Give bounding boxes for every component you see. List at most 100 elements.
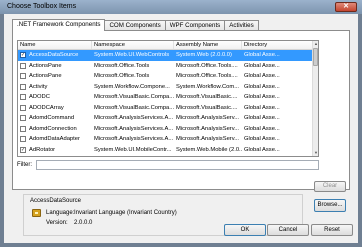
cancel-button[interactable]: Cancel xyxy=(267,224,309,236)
table-row[interactable]: ✓AdRotatorSystem.Web.UI.WebControlsSyste… xyxy=(18,155,314,156)
column-header-assembly-name[interactable]: Assembly Name xyxy=(174,41,242,49)
dialog-title: Choose Toolbox Items xyxy=(7,3,77,10)
row-namespace: Microsoft.AnalysisServices.A... xyxy=(94,136,174,143)
row-directory: Global Asse... xyxy=(244,83,280,90)
row-namespace: Microsoft.VisualBasic.Compa... xyxy=(94,94,174,101)
row-name-cell: ADODC xyxy=(18,94,92,101)
row-directory: Global Asse... xyxy=(244,136,280,143)
row-checkbox[interactable] xyxy=(20,136,26,143)
table-row[interactable]: Activity System.Workflow.Compone... System… xyxy=(18,82,314,93)
row-checkbox[interactable]: ✓ xyxy=(20,146,26,153)
table-row[interactable]: AdomdCommand Microsoft.AnalysisServices.A… xyxy=(18,113,314,124)
dialog-client: .NET Framework Components COM Components… xyxy=(4,14,358,243)
table-row[interactable]: ADODC Microsoft.VisualBasic.Compa... Micro… xyxy=(18,92,314,103)
row-namespace: System.Workflow.Compone... xyxy=(94,83,170,90)
row-directory: Global Asse... xyxy=(244,52,280,59)
details-component-name: AccessDataSource xyxy=(30,198,82,204)
row-name: ActionsPane xyxy=(29,62,62,69)
scroll-up-icon[interactable]: ▲ xyxy=(313,41,318,47)
table-row[interactable]: ADODCArray Microsoft.VisualBasic.Compa...… xyxy=(18,103,314,114)
list-rows: ✓ AccessDataSource System.Web.UI.WebContro… xyxy=(18,50,314,156)
row-name-cell: ActionsPane xyxy=(18,73,92,80)
filter-label: Filter: xyxy=(17,162,32,168)
language-value: Invariant Language (Invariant Country) xyxy=(74,210,177,216)
row-checkbox[interactable] xyxy=(20,125,26,132)
table-row[interactable]: AdomdConnection Microsoft.AnalysisService… xyxy=(18,124,314,135)
row-assembly-name: Microsoft.Office.Tools.... xyxy=(176,73,238,80)
row-name-cell: AdomdCommand xyxy=(18,115,92,122)
ok-button[interactable]: OK xyxy=(224,224,266,236)
row-directory: Global Asse... xyxy=(244,104,280,111)
row-checkbox[interactable] xyxy=(20,94,26,101)
assembly-icon xyxy=(32,209,41,217)
row-assembly-name: System.Workflow.Com... xyxy=(176,83,240,90)
title-bar[interactable]: Choose Toolbox Items ✕ xyxy=(0,0,362,14)
row-name: AdomdDataAdapter xyxy=(29,136,80,143)
row-directory: Global Asse... xyxy=(244,125,280,132)
row-name: AdRotator xyxy=(29,146,56,153)
row-checkbox[interactable]: ✓ xyxy=(20,52,26,59)
version-value: 2.0.0.0 xyxy=(74,220,93,226)
row-checkbox[interactable] xyxy=(20,115,26,122)
tab-panel: Name Namespace Assembly Name Directory ✓… xyxy=(12,30,350,236)
row-namespace: System.Web.UI.WebControls xyxy=(94,52,170,59)
components-list[interactable]: Name Namespace Assembly Name Directory ✓… xyxy=(17,40,319,157)
row-assembly-name: Microsoft.Office.Tools.... xyxy=(176,62,238,69)
table-row[interactable]: ActionsPane Microsoft.Office.Tools Microso… xyxy=(18,71,314,82)
table-row[interactable]: ✓ AdRotator System.Web.UI.MobileContr... Sy… xyxy=(18,145,314,156)
row-namespace: Microsoft.VisualBasic.Compa... xyxy=(94,104,174,111)
row-namespace: Microsoft.Office.Tools xyxy=(94,73,150,80)
row-name-cell: AdomdDataAdapter xyxy=(18,136,92,143)
column-header-name[interactable]: Name xyxy=(18,41,92,49)
table-row[interactable]: AdomdDataAdapter Microsoft.AnalysisServic… xyxy=(18,134,314,145)
close-icon[interactable]: ✕ xyxy=(335,2,357,12)
row-directory: Global Asse... xyxy=(244,115,280,122)
row-assembly-name: Microsoft.AnalysisServ... xyxy=(176,115,240,122)
row-checkbox[interactable] xyxy=(20,104,26,111)
browse-button[interactable]: Browse... xyxy=(314,199,346,212)
row-assembly-name: Microsoft.VisualBasic.... xyxy=(176,94,238,101)
row-namespace: Microsoft.AnalysisServices.A... xyxy=(94,115,174,122)
row-assembly-name: System.Web (2.0.0.0) xyxy=(176,52,232,59)
row-namespace: Microsoft.Office.Tools xyxy=(94,62,150,69)
row-checkbox[interactable] xyxy=(20,73,26,80)
reset-button[interactable]: Reset xyxy=(311,224,353,236)
row-assembly-name: System.Web.Mobile (2.0... xyxy=(176,146,242,153)
row-namespace: System.Web.UI.MobileContr... xyxy=(94,146,172,153)
row-name: ActionsPane xyxy=(29,73,62,80)
list-header: Name Namespace Assembly Name Directory xyxy=(18,41,314,50)
clear-button[interactable]: Clear xyxy=(314,181,346,192)
table-row[interactable]: ActionsPane Microsoft.Office.Tools Microso… xyxy=(18,61,314,72)
column-header-directory[interactable]: Directory xyxy=(242,41,314,49)
row-directory: Global Asse... xyxy=(244,62,280,69)
row-name: ADODC xyxy=(29,94,50,101)
scroll-thumb[interactable] xyxy=(313,48,318,66)
row-directory: Global Asse... xyxy=(244,94,280,101)
language-label: Language: xyxy=(46,210,75,216)
row-name: ADODCArray xyxy=(29,104,64,111)
row-name: AdomdCommand xyxy=(29,115,75,122)
scroll-down-icon[interactable]: ▼ xyxy=(313,150,318,156)
version-label: Version: xyxy=(46,220,68,226)
row-checkbox[interactable] xyxy=(20,62,26,69)
dialog-window: Choose Toolbox Items ✕ .NET Framework Co… xyxy=(0,0,362,247)
row-directory: Global Asse... xyxy=(244,73,280,80)
row-name-cell: Activity xyxy=(18,83,92,90)
row-name-cell: ADODCArray xyxy=(18,104,92,111)
vertical-scrollbar[interactable]: ▲ ▼ xyxy=(312,41,318,156)
row-checkbox[interactable] xyxy=(20,83,26,90)
filter-input[interactable] xyxy=(36,160,319,170)
row-assembly-name: Microsoft.AnalysisServ... xyxy=(176,125,240,132)
table-row[interactable]: ✓ AccessDataSource System.Web.UI.WebContro… xyxy=(18,50,314,61)
row-name-cell: ✓ AdRotator xyxy=(18,146,92,153)
row-name-cell: AdomdConnection xyxy=(18,125,92,132)
row-name-cell: ActionsPane xyxy=(18,62,92,69)
row-directory: Global Asse... xyxy=(244,146,280,153)
row-namespace: Microsoft.AnalysisServices.A... xyxy=(94,125,174,132)
row-assembly-name: Microsoft.AnalysisServ... xyxy=(176,136,240,143)
row-name: AccessDataSource xyxy=(29,52,79,59)
row-name: AdomdConnection xyxy=(29,125,77,132)
tab-net-framework-components[interactable]: .NET Framework Components xyxy=(12,19,106,31)
column-header-namespace[interactable]: Namespace xyxy=(92,41,174,49)
row-name: Activity xyxy=(29,83,48,90)
